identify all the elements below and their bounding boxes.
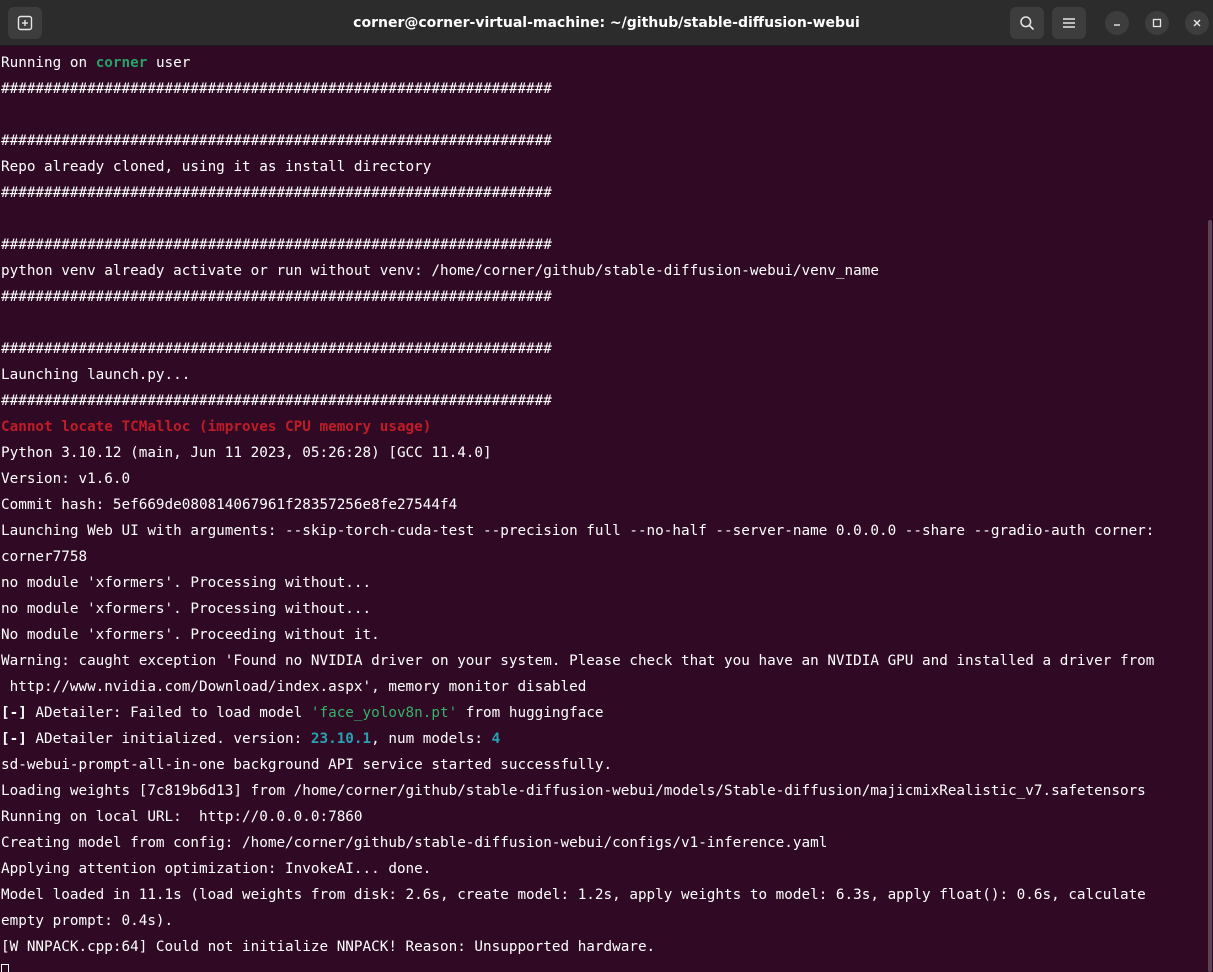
terminal-line: Commit hash: 5ef669de080814067961f283572… <box>1 497 458 513</box>
terminal-scrollbar[interactable] <box>1208 220 1212 972</box>
terminal-line: No module 'xformers'. Proceeding without… <box>1 627 380 643</box>
terminal-line: no module 'xformers'. Processing without… <box>1 575 372 591</box>
terminal-line: Repo already cloned, using it as install… <box>1 159 432 175</box>
terminal-line: no module 'xformers'. Processing without… <box>1 601 372 617</box>
terminal-line: ########################################… <box>1 81 552 97</box>
error-line: Cannot locate TCMalloc (improves CPU mem… <box>1 419 432 435</box>
terminal-line: Launching launch.py... <box>1 367 191 383</box>
terminal-line: sd-webui-prompt-all-in-one background AP… <box>1 757 613 773</box>
text-cursor <box>1 964 9 972</box>
search-icon <box>1020 16 1035 31</box>
terminal-line: ########################################… <box>1 185 552 201</box>
close-button[interactable] <box>1185 11 1209 35</box>
terminal-line: Running on local URL: http://0.0.0.0:786… <box>1 809 363 825</box>
terminal-line: http://www.nvidia.com/Download/index.asp… <box>1 679 587 695</box>
terminal-line: [W NNPACK.cpp:64] Could not initialize N… <box>1 939 656 955</box>
username-text: corner <box>95 55 148 71</box>
terminal-window: corner@corner-virtual-machine: ~/github/… <box>0 0 1213 972</box>
terminal-line: ########################################… <box>1 133 552 149</box>
new-tab-icon <box>17 15 33 31</box>
terminal-line: Creating model from config: /home/corner… <box>1 835 828 851</box>
terminal-line: Python 3.10.12 (main, Jun 11 2023, 05:26… <box>1 445 492 461</box>
model-name-text: 'face_yolov8n.pt' <box>310 705 458 721</box>
terminal-line: Version: v1.6.0 <box>1 471 131 487</box>
terminal-line: Loading weights [7c819b6d13] from /home/… <box>1 783 1146 799</box>
minimize-icon <box>1114 24 1120 26</box>
terminal-line: Warning: caught exception 'Found no NVID… <box>1 653 1155 669</box>
terminal-line: ########################################… <box>1 393 552 409</box>
terminal-line: Running on corner user <box>1 55 191 71</box>
terminal-line: ########################################… <box>1 341 552 357</box>
model-count: 4 <box>491 731 501 747</box>
menu-button[interactable] <box>1052 7 1086 39</box>
maximize-icon <box>1152 18 1162 28</box>
terminal-output[interactable]: Running on corner user #################… <box>1 50 1207 972</box>
terminal-line: python venv already activate or run with… <box>1 263 879 279</box>
terminal-line: Launching Web UI with arguments: --skip-… <box>1 523 1155 539</box>
terminal-line: [-] ADetailer initialized. version: 23.1… <box>1 731 501 747</box>
version-number: 23.10.1 <box>310 731 372 747</box>
search-button[interactable] <box>1010 7 1044 39</box>
close-icon <box>1193 19 1201 27</box>
terminal-line: empty prompt: 0.4s). <box>1 913 174 929</box>
terminal-line: corner7758 <box>1 549 88 565</box>
minimize-button[interactable] <box>1105 11 1129 35</box>
hamburger-menu-icon <box>1063 18 1075 28</box>
maximize-button[interactable] <box>1145 11 1169 35</box>
terminal-line: Model loaded in 11.1s (load weights from… <box>1 887 1146 903</box>
prompt-line[interactable] <box>1 960 1207 972</box>
terminal-line: Applying attention optimization: InvokeA… <box>1 861 432 877</box>
terminal-line: ########################################… <box>1 237 552 253</box>
title-bar[interactable]: corner@corner-virtual-machine: ~/github/… <box>0 0 1213 46</box>
new-tab-button[interactable] <box>8 7 42 39</box>
terminal-line: ########################################… <box>1 289 552 305</box>
terminal-line: [-] ADetailer: Failed to load model 'fac… <box>1 705 604 721</box>
